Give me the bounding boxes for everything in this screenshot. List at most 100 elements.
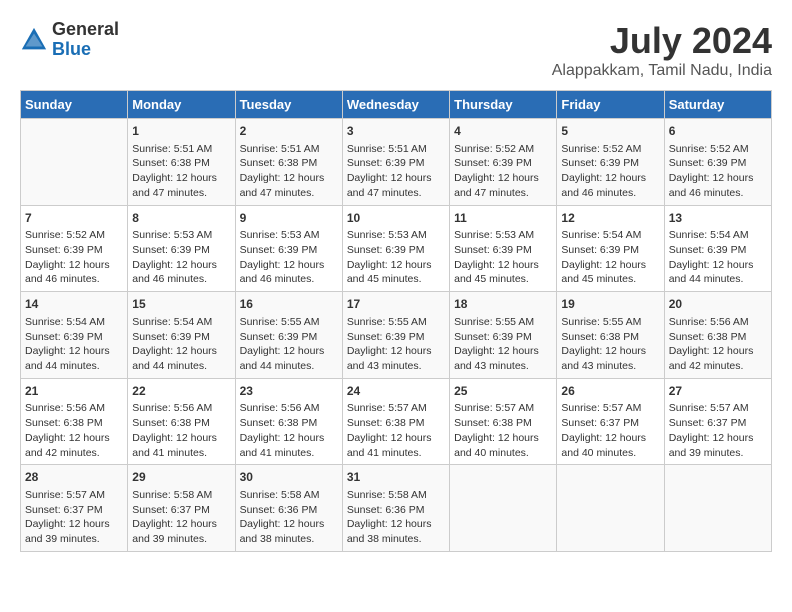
cell-text: Sunrise: 5:51 AM <box>132 142 230 157</box>
cell-text: Daylight: 12 hours <box>25 517 123 532</box>
calendar-cell: 24Sunrise: 5:57 AMSunset: 6:38 PMDayligh… <box>342 378 449 465</box>
day-number: 27 <box>669 383 767 400</box>
cell-text: Sunrise: 5:51 AM <box>240 142 338 157</box>
cell-text: Sunrise: 5:54 AM <box>25 315 123 330</box>
day-number: 3 <box>347 123 445 140</box>
cell-text: Daylight: 12 hours <box>25 258 123 273</box>
cell-text: Sunrise: 5:57 AM <box>669 401 767 416</box>
cell-text: and 41 minutes. <box>347 446 445 461</box>
cell-text: Daylight: 12 hours <box>454 431 552 446</box>
cell-text: and 46 minutes. <box>240 272 338 287</box>
day-number: 9 <box>240 210 338 227</box>
cell-text: Sunrise: 5:58 AM <box>347 488 445 503</box>
header-day-tuesday: Tuesday <box>235 91 342 119</box>
cell-text: Sunset: 6:39 PM <box>347 243 445 258</box>
logo: General Blue <box>20 20 119 60</box>
calendar-table: SundayMondayTuesdayWednesdayThursdayFrid… <box>20 90 772 552</box>
cell-text: Sunset: 6:37 PM <box>561 416 659 431</box>
cell-text: Sunset: 6:39 PM <box>454 330 552 345</box>
cell-text: Sunset: 6:38 PM <box>240 416 338 431</box>
cell-text: Sunrise: 5:57 AM <box>347 401 445 416</box>
day-number: 14 <box>25 296 123 313</box>
calendar-cell: 1Sunrise: 5:51 AMSunset: 6:38 PMDaylight… <box>128 119 235 206</box>
cell-text: Sunset: 6:39 PM <box>561 243 659 258</box>
cell-text: Daylight: 12 hours <box>561 431 659 446</box>
cell-text: and 45 minutes. <box>347 272 445 287</box>
cell-text: Sunset: 6:39 PM <box>240 330 338 345</box>
calendar-cell: 27Sunrise: 5:57 AMSunset: 6:37 PMDayligh… <box>664 378 771 465</box>
cell-text: Sunrise: 5:58 AM <box>132 488 230 503</box>
cell-text: Sunset: 6:37 PM <box>132 503 230 518</box>
cell-text: Sunset: 6:39 PM <box>132 330 230 345</box>
day-number: 28 <box>25 469 123 486</box>
cell-text: Sunrise: 5:52 AM <box>25 228 123 243</box>
calendar-cell: 25Sunrise: 5:57 AMSunset: 6:38 PMDayligh… <box>450 378 557 465</box>
day-number: 21 <box>25 383 123 400</box>
calendar-cell: 13Sunrise: 5:54 AMSunset: 6:39 PMDayligh… <box>664 205 771 292</box>
cell-text: Sunrise: 5:56 AM <box>25 401 123 416</box>
logo-blue-text: Blue <box>52 40 119 60</box>
cell-text: Daylight: 12 hours <box>669 344 767 359</box>
cell-text: Daylight: 12 hours <box>561 171 659 186</box>
cell-text: Sunset: 6:38 PM <box>561 330 659 345</box>
cell-text: Daylight: 12 hours <box>561 258 659 273</box>
calendar-cell <box>21 119 128 206</box>
logo-general-text: General <box>52 20 119 40</box>
day-number: 24 <box>347 383 445 400</box>
cell-text: Sunset: 6:39 PM <box>561 156 659 171</box>
main-title: July 2024 <box>552 20 772 62</box>
calendar-cell <box>557 465 664 552</box>
cell-text: Sunrise: 5:52 AM <box>561 142 659 157</box>
cell-text: Sunset: 6:36 PM <box>240 503 338 518</box>
cell-text: Daylight: 12 hours <box>561 344 659 359</box>
cell-text: Sunrise: 5:55 AM <box>240 315 338 330</box>
cell-text: Daylight: 12 hours <box>132 258 230 273</box>
cell-text: Daylight: 12 hours <box>132 344 230 359</box>
day-number: 30 <box>240 469 338 486</box>
cell-text: and 47 minutes. <box>347 186 445 201</box>
cell-text: Sunrise: 5:55 AM <box>347 315 445 330</box>
cell-text: Sunset: 6:39 PM <box>454 156 552 171</box>
cell-text: Sunrise: 5:57 AM <box>561 401 659 416</box>
day-number: 13 <box>669 210 767 227</box>
cell-text: Daylight: 12 hours <box>240 517 338 532</box>
calendar-cell: 17Sunrise: 5:55 AMSunset: 6:39 PMDayligh… <box>342 292 449 379</box>
cell-text: Daylight: 12 hours <box>240 344 338 359</box>
calendar-cell: 20Sunrise: 5:56 AMSunset: 6:38 PMDayligh… <box>664 292 771 379</box>
cell-text: Daylight: 12 hours <box>347 344 445 359</box>
day-number: 1 <box>132 123 230 140</box>
cell-text: Daylight: 12 hours <box>347 258 445 273</box>
cell-text: and 39 minutes. <box>25 532 123 547</box>
cell-text: Sunrise: 5:55 AM <box>454 315 552 330</box>
cell-text: Sunset: 6:39 PM <box>132 243 230 258</box>
cell-text: and 47 minutes. <box>454 186 552 201</box>
cell-text: Sunset: 6:39 PM <box>669 156 767 171</box>
cell-text: Sunset: 6:39 PM <box>240 243 338 258</box>
cell-text: Sunrise: 5:54 AM <box>561 228 659 243</box>
cell-text: Sunset: 6:39 PM <box>347 330 445 345</box>
day-number: 15 <box>132 296 230 313</box>
calendar-cell: 26Sunrise: 5:57 AMSunset: 6:37 PMDayligh… <box>557 378 664 465</box>
cell-text: and 44 minutes. <box>669 272 767 287</box>
week-row-4: 21Sunrise: 5:56 AMSunset: 6:38 PMDayligh… <box>21 378 772 465</box>
calendar-cell: 28Sunrise: 5:57 AMSunset: 6:37 PMDayligh… <box>21 465 128 552</box>
cell-text: Sunrise: 5:51 AM <box>347 142 445 157</box>
header-day-sunday: Sunday <box>21 91 128 119</box>
day-number: 4 <box>454 123 552 140</box>
day-number: 26 <box>561 383 659 400</box>
cell-text: Sunrise: 5:53 AM <box>347 228 445 243</box>
calendar-cell <box>450 465 557 552</box>
cell-text: Sunrise: 5:55 AM <box>561 315 659 330</box>
cell-text: Sunrise: 5:56 AM <box>132 401 230 416</box>
cell-text: Sunrise: 5:53 AM <box>454 228 552 243</box>
header-day-friday: Friday <box>557 91 664 119</box>
calendar-cell: 3Sunrise: 5:51 AMSunset: 6:39 PMDaylight… <box>342 119 449 206</box>
calendar-cell: 5Sunrise: 5:52 AMSunset: 6:39 PMDaylight… <box>557 119 664 206</box>
calendar-cell: 10Sunrise: 5:53 AMSunset: 6:39 PMDayligh… <box>342 205 449 292</box>
header-day-saturday: Saturday <box>664 91 771 119</box>
cell-text: and 46 minutes. <box>561 186 659 201</box>
title-block: July 2024 Alappakkam, Tamil Nadu, India <box>552 20 772 80</box>
header-day-wednesday: Wednesday <box>342 91 449 119</box>
cell-text: Sunrise: 5:57 AM <box>25 488 123 503</box>
cell-text: Daylight: 12 hours <box>669 171 767 186</box>
